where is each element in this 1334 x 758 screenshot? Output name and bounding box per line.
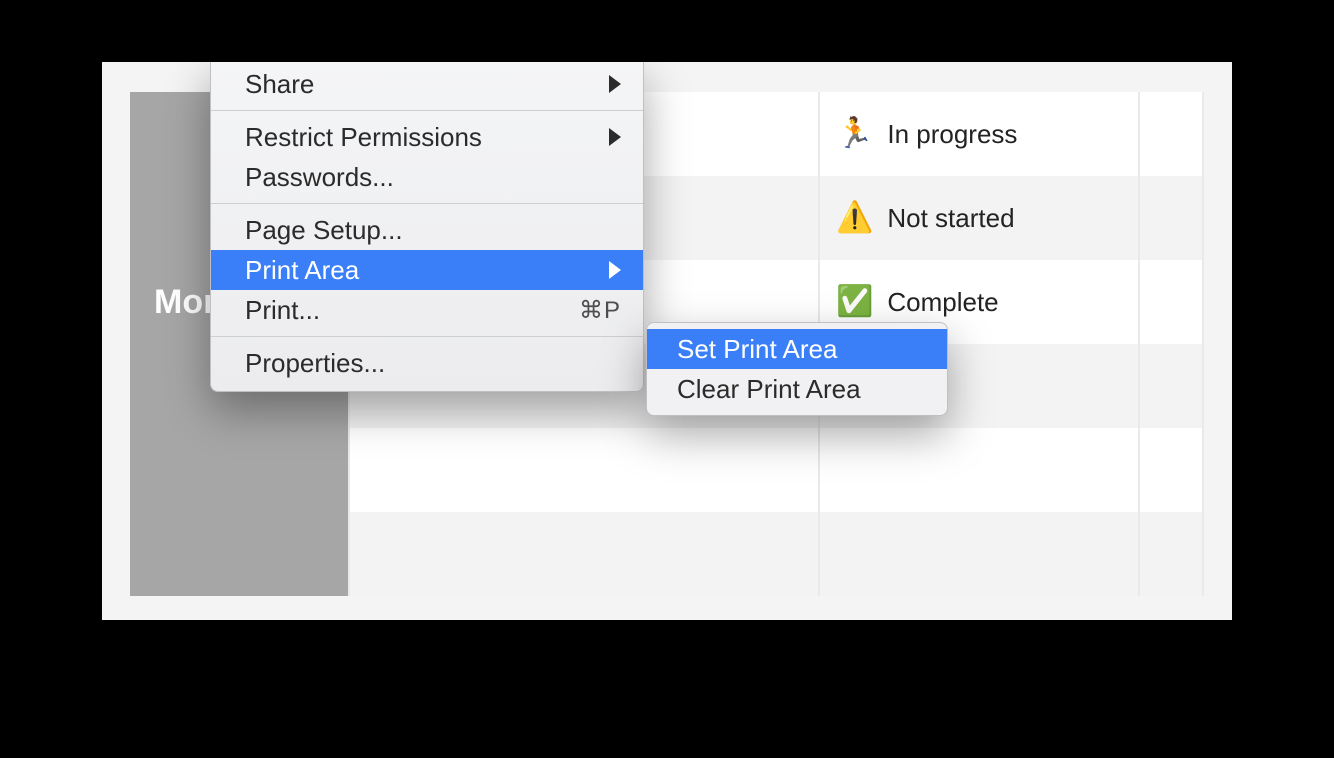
empty-cell[interactable] (1140, 92, 1204, 176)
keyboard-shortcut: ⌘P (579, 296, 621, 325)
menu-separator (211, 203, 643, 204)
warning-icon: ⚠️ (836, 203, 873, 233)
menu-item-print-area[interactable]: Print Area (211, 250, 643, 290)
menu-item-print[interactable]: Print... ⌘P (211, 290, 643, 330)
status-text: Not started (887, 203, 1014, 234)
submenu-item-clear-print-area[interactable]: Clear Print Area (647, 369, 947, 409)
submenu-arrow-icon (609, 128, 621, 146)
task-cell[interactable] (350, 428, 820, 512)
menu-item-share[interactable]: Share (211, 64, 643, 104)
menu-label: Print Area (245, 255, 359, 286)
empty-cell[interactable] (1140, 512, 1204, 596)
menu-label: Page Setup... (245, 215, 403, 246)
empty-cell[interactable] (1140, 428, 1204, 512)
screenshot-card: 🏃 In progress age ⚠️ Not started Mor ard (102, 62, 1232, 620)
menu-separator (211, 336, 643, 337)
row-header (130, 512, 350, 596)
status-cell[interactable] (820, 428, 1140, 512)
menu-label: Passwords... (245, 162, 394, 193)
spreadsheet-area: 🏃 In progress age ⚠️ Not started Mor ard (102, 62, 1232, 620)
menu-label: Share (245, 69, 314, 100)
submenu-arrow-icon (609, 261, 621, 279)
table-row (130, 428, 1204, 512)
context-menu: Share Restrict Permissions Passwords... … (210, 62, 644, 392)
check-icon: ✅ (836, 287, 873, 317)
status-text: In progress (887, 119, 1017, 150)
row-header (130, 428, 350, 512)
menu-label: Restrict Permissions (245, 122, 482, 153)
menu-label: Print... (245, 295, 320, 326)
status-cell[interactable] (820, 512, 1140, 596)
menu-separator (211, 110, 643, 111)
runner-icon: 🏃 (836, 119, 873, 149)
status-cell[interactable]: 🏃 In progress (820, 92, 1140, 176)
menu-item-restrict-permissions[interactable]: Restrict Permissions (211, 117, 643, 157)
print-area-submenu: Set Print Area Clear Print Area (646, 322, 948, 416)
menu-label: Clear Print Area (677, 374, 861, 405)
task-cell[interactable] (350, 512, 820, 596)
status-text: Complete (887, 287, 998, 318)
table-row (130, 512, 1204, 596)
menu-label: Properties... (245, 348, 385, 379)
menu-label: Set Print Area (677, 334, 837, 365)
submenu-item-set-print-area[interactable]: Set Print Area (647, 329, 947, 369)
menu-item-properties[interactable]: Properties... (211, 343, 643, 383)
submenu-arrow-icon (609, 75, 621, 93)
menu-item-page-setup[interactable]: Page Setup... (211, 210, 643, 250)
empty-cell[interactable] (1140, 260, 1204, 344)
status-cell[interactable]: ⚠️ Not started (820, 176, 1140, 260)
empty-cell[interactable] (1140, 176, 1204, 260)
menu-item-passwords[interactable]: Passwords... (211, 157, 643, 197)
empty-cell[interactable] (1140, 344, 1204, 428)
